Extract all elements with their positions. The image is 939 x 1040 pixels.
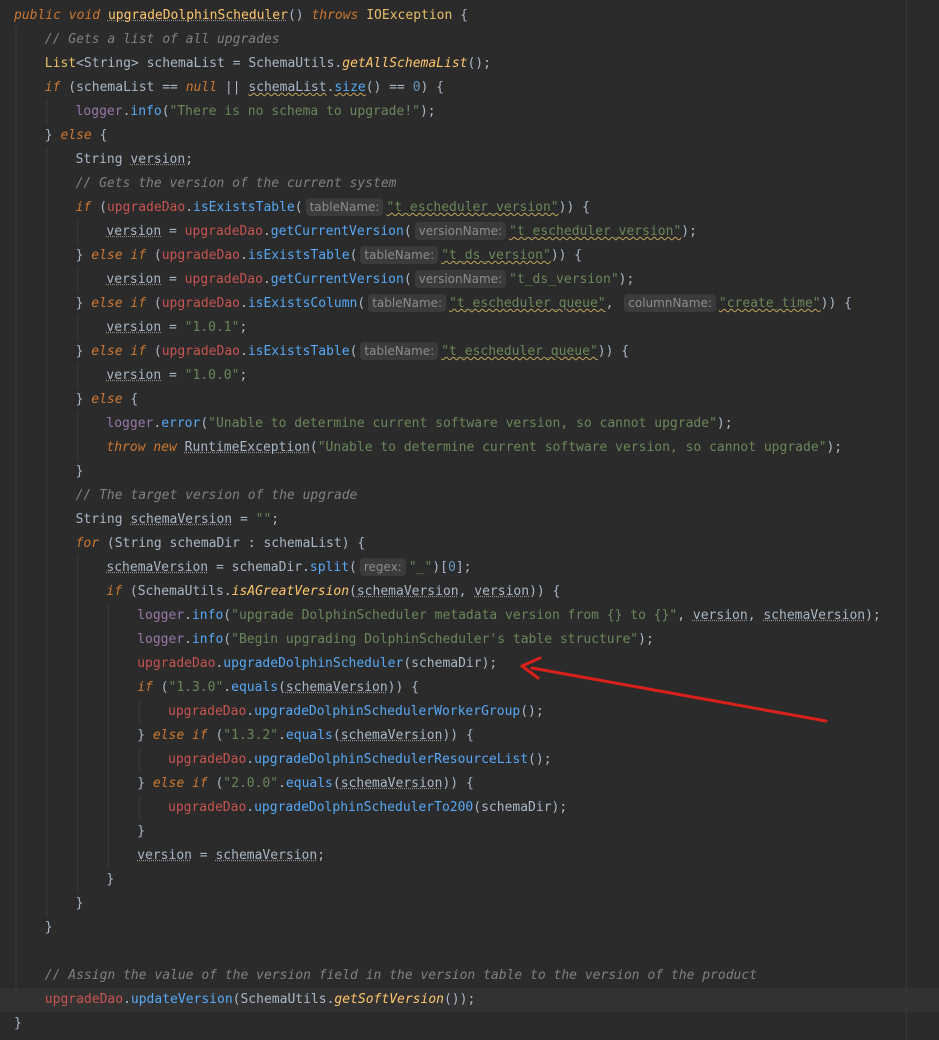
- code-editor[interactable]: public void upgradeDolphinScheduler() th…: [0, 0, 939, 1040]
- red-arrow-annotation: [520, 656, 828, 723]
- arrow-shaft: [530, 666, 828, 723]
